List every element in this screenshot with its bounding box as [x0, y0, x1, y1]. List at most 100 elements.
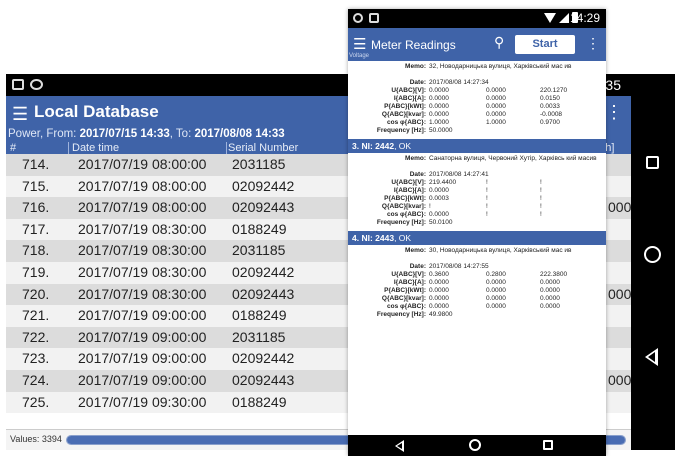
meter-readings-screen: 14:29 ☰ Meter Readings ⚲ Start ⋮ Voltage…: [348, 9, 606, 456]
phase-value: !: [486, 179, 488, 186]
reading-line: Q{ABC}[kvar]:!!!: [348, 203, 606, 211]
column-header-datetime[interactable]: Date time: [72, 142, 119, 154]
phase-value: 0.0000: [540, 279, 560, 286]
row-number: 723.: [22, 350, 50, 367]
date-range-subtitle: Power, From: 2017/07/15 14:33, To: 2017/…: [8, 128, 285, 140]
meter-card[interactable]: Memo: 32, Новодарницька вулиця, Харківськ…: [348, 61, 606, 139]
memo-value: 30, Новодарницька вулиця, Харківський ма…: [429, 247, 572, 254]
phase-value: 0.0000: [486, 303, 506, 310]
reading-label: I{ABC}[A]:: [393, 95, 426, 102]
reading-label: U{ABC}[V]:: [391, 271, 426, 278]
meter-card-body: Memo: 32, Новодарницька вулиця, Харківськ…: [348, 61, 606, 139]
row-datetime: 2017/07/19 09:30:00: [78, 393, 207, 410]
reading-line: I{ABC}[A]: 0.0000!!: [348, 187, 606, 195]
phase-value: !: [540, 203, 542, 210]
menu-icon[interactable]: ☰: [353, 35, 366, 53]
phase-value: 0.0033: [540, 103, 560, 110]
phase-value: 1.0000: [486, 119, 506, 126]
reading-label: Memo:: [405, 63, 426, 70]
row-serial-number: 0188249: [232, 307, 287, 324]
phase-value: 1.0000: [429, 119, 449, 126]
reading-line: I{ABC}[A]: 0.0000 0.0000 0.0000: [348, 279, 606, 287]
reading-label: Frequency [Hz]:: [376, 127, 426, 134]
reading-label: Memo:: [405, 247, 426, 254]
reading-label: Date:: [409, 171, 426, 178]
row-serial-number: 02092443: [232, 199, 295, 216]
app-notification-icon: [30, 79, 43, 90]
recents-button[interactable]: [543, 440, 553, 450]
row-serial-number: 0188249: [232, 220, 287, 237]
reading-value: 2017/08/08 14:27:55: [429, 263, 489, 270]
reading-label: Date:: [409, 263, 426, 270]
row-datetime: 2017/07/19 08:00:00: [78, 177, 207, 194]
row-varh-value: 000: [608, 371, 632, 388]
phase-value: 220.1270: [540, 87, 568, 94]
phase-value: 0.0000: [486, 95, 506, 102]
meter-card-header[interactable]: 3. NI: 2442, OK: [348, 139, 606, 153]
readings-list[interactable]: Memo: 32, Новодарницька вулиця, Харківськ…: [348, 61, 606, 435]
row-datetime: 2017/07/19 09:00:00: [78, 350, 207, 367]
reading-line: Date: 2017/08/08 14:27:41: [348, 171, 606, 179]
screenshot-stage: :35 ☰ Local Database ⋮ Power, From: 2017…: [0, 0, 675, 456]
overflow-menu-icon[interactable]: ⋮: [605, 102, 623, 123]
voltage-tag: Voltage: [349, 53, 370, 59]
row-number: 718.: [22, 242, 50, 259]
reading-label: cos φ{ABC}:: [387, 119, 426, 126]
row-datetime: 2017/07/19 08:30:00: [78, 242, 207, 259]
reading-label: Q{ABC}[kvar]:: [381, 111, 426, 118]
home-button[interactable]: [469, 439, 481, 451]
reading-label: cos φ{ABC}:: [387, 303, 426, 310]
row-datetime: 2017/07/19 09:00:00: [78, 371, 207, 388]
row-datetime: 2017/07/19 08:30:00: [78, 263, 207, 280]
overflow-menu-icon[interactable]: ⋮: [586, 35, 600, 52]
meter-card-body: Memo: Санаторна вулиця, Червоний Хутір, Х…: [348, 153, 606, 231]
reading-line: P{ABC}[kWt]: 0.0003!!: [348, 195, 606, 203]
home-button[interactable]: [644, 246, 661, 263]
row-serial-number: 2031185: [232, 242, 286, 259]
phase-value: !: [429, 203, 431, 210]
phase-value: 0.0000: [486, 295, 506, 302]
column-header-number[interactable]: #: [10, 142, 16, 154]
meter-id: 3. NI: 2442: [352, 141, 395, 151]
reading-label: P{ABC}[kWt]:: [384, 195, 426, 202]
phase-value: 0.0000: [429, 87, 449, 94]
reading-value: 2017/08/08 14:27:41: [429, 171, 489, 178]
subtitle-prefix: Power, From:: [8, 128, 80, 140]
reading-label: Q{ABC}[kvar]:: [381, 295, 426, 302]
reading-label: I{ABC}[A]:: [393, 187, 426, 194]
phase-value: 222.3800: [540, 271, 568, 278]
row-number: 717.: [22, 220, 50, 237]
row-serial-number: 02092442: [232, 177, 295, 194]
phase-value: 0.0000: [429, 287, 449, 294]
meter-status: , OK: [394, 141, 412, 151]
meter-card-body: Memo: 30, Новодарницька вулиця, Харківськ…: [348, 245, 606, 323]
meter-card-header[interactable]: 4. NI: 2443, OK: [348, 231, 606, 245]
app-bar: ☰ Meter Readings ⚲ Start ⋮ Voltage: [348, 28, 606, 61]
row-datetime: 2017/07/19 08:00:00: [78, 199, 207, 216]
row-number: 724.: [22, 371, 50, 388]
reading-label: Memo:: [405, 155, 426, 162]
reading-line: Date: 2017/08/08 14:27:34: [348, 79, 606, 87]
reading-value: 50.0000: [429, 127, 453, 134]
menu-icon[interactable]: ☰: [12, 104, 28, 125]
row-serial-number: 02092443: [232, 285, 295, 302]
meter-card[interactable]: 3. NI: 2442, OK Memo: Санаторна вулиця, Че…: [348, 139, 606, 231]
recents-button[interactable]: [646, 156, 659, 169]
back-button[interactable]: [645, 348, 658, 366]
start-button[interactable]: Start: [515, 35, 575, 54]
reading-line: U{ABC}[V]: 0.0000 0.0000 220.1270: [348, 87, 606, 95]
reading-line: P{ABC}[kWt]: 0.0000 0.0000 0.0033: [348, 103, 606, 111]
phase-value: !: [486, 203, 488, 210]
column-header-serial[interactable]: Serial Number: [228, 142, 298, 154]
row-serial-number: 2031185: [232, 328, 286, 345]
to-date: 2017/08/08 14:33: [194, 128, 285, 140]
search-icon[interactable]: ⚲: [494, 34, 504, 51]
reading-line: Date: 2017/08/08 14:27:55: [348, 263, 606, 271]
meter-card[interactable]: 4. NI: 2443, OK Memo: 30, Новодарницька ву…: [348, 231, 606, 323]
phase-value: 0.0000: [429, 211, 449, 218]
back-button[interactable]: [395, 440, 404, 452]
row-number: 719.: [22, 263, 50, 280]
phase-value: !: [540, 211, 542, 218]
reading-label: P{ABC}[kWt]:: [384, 287, 426, 294]
reading-line: Q{ABC}[kvar]: 0.0000 0.0000 -0.0008: [348, 111, 606, 119]
